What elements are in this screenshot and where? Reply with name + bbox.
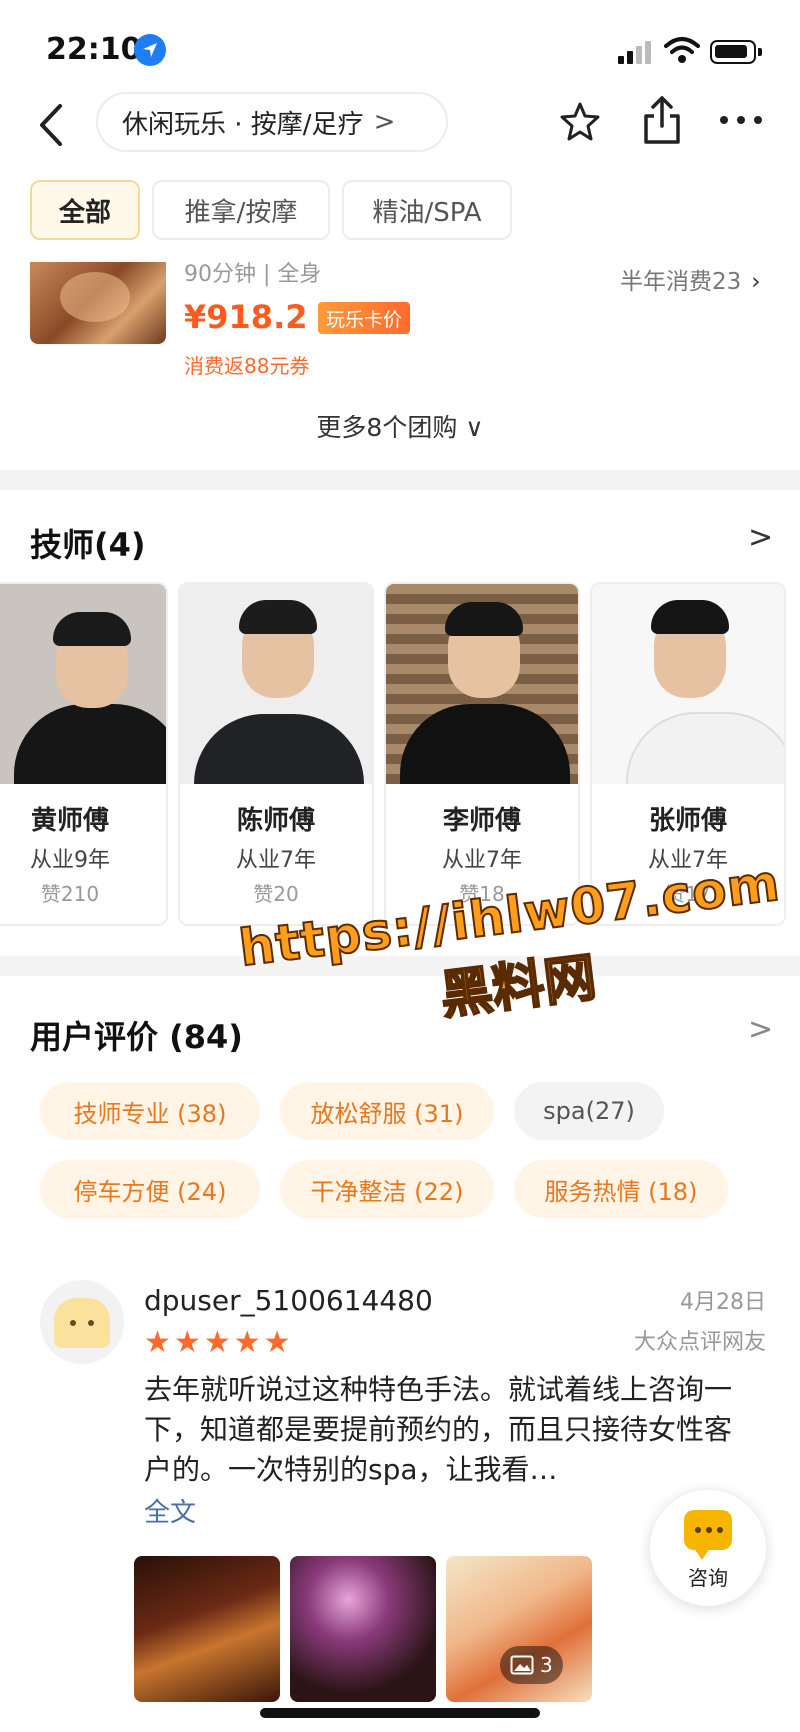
battery-icon [710,40,762,64]
technician-likes: 赞20 [253,882,299,906]
star-outline-icon[interactable] [558,100,602,148]
location-arrow-icon [134,34,166,66]
deal-price-tag: 玩乐卡价 [318,302,411,334]
more-deals-button[interactable]: 更多8个团购 ∨ [0,408,800,444]
review-source: 大众点评网友 [633,1330,766,1355]
review-date: 4月28日 [680,1290,766,1315]
read-more-link[interactable]: 全文 [144,1492,196,1529]
review-photo[interactable] [290,1556,436,1702]
consult-button[interactable]: 咨询 [650,1490,766,1606]
review-tag[interactable]: 放松舒服 (31) [280,1082,494,1140]
status-bar: 22:10 [0,0,800,96]
back-icon[interactable] [36,102,76,152]
review-tag[interactable]: spa(27) [514,1082,664,1140]
review-tag[interactable]: 服务热情 (18) [514,1160,728,1218]
chevron-right-icon: › [751,269,761,295]
deal-coupon: 消费返88元券 [184,354,310,378]
home-indicator [260,1708,540,1718]
star-filled-icon: ★ [263,1325,291,1360]
technician-years: 从业9年 [30,848,110,873]
reviews-title: 用户评价 (84) [30,1018,243,1056]
technician-likes: 赞210 [40,882,100,906]
technician-name: 陈师傅 [236,806,315,836]
review-tag[interactable]: 停车方便 (24) [40,1160,260,1218]
star-filled-icon: ★ [203,1325,231,1360]
review-tag[interactable]: 技师专业 (38) [40,1082,260,1140]
image-icon [510,1655,534,1675]
review-tag[interactable]: 干净整洁 (22) [280,1160,494,1218]
deal-subtitle: 90分钟 | 全身 [184,262,322,287]
share-icon[interactable] [640,94,684,150]
review-text: 去年就听说过这种特色手法。就试着线上咨询一下，知道都是要提前预约的，而且只接待女… [144,1373,733,1486]
nav-bar: 休闲玩乐 · 按摩/足疗 > [0,86,800,186]
technician-photo [386,584,578,784]
tab-all[interactable]: 全部 [30,180,140,240]
chevron-right-icon[interactable]: > [748,520,773,555]
section-divider [0,470,800,490]
technician-name: 张师傅 [648,806,727,836]
technician-photo [0,584,166,784]
technician-card[interactable]: 李师傅 从业7年 赞18 [384,582,580,926]
breadcrumb-label: 休闲玩乐 · 按摩/足疗 [122,109,364,140]
star-filled-icon: ★ [144,1325,171,1360]
technician-photo [592,584,784,784]
signal-icon [618,40,654,64]
tab-spa[interactable]: 精油/SPA [342,180,512,240]
deal-image[interactable] [30,262,166,344]
technicians-title: 技师(4) [30,526,146,564]
chevron-right-icon: > [373,107,396,137]
technician-photo [180,584,372,784]
wifi-icon [664,36,700,68]
deal-sold-count[interactable]: 半年消费23 › [620,262,760,296]
technician-name: 黄师傅 [30,806,109,836]
review-rating: ★ ★ ★ ★ ★ [144,1328,291,1358]
tab-massage[interactable]: 推拿/按摩 [152,180,330,240]
photo-count-badge: 3 [500,1646,563,1684]
chevron-right-icon[interactable]: > [748,1012,773,1047]
review-username[interactable]: dpuser_5100614480 [144,1284,433,1317]
breadcrumb[interactable]: 休闲玩乐 · 按摩/足疗 > [96,92,448,152]
avatar[interactable] [40,1280,124,1364]
status-time: 22:10 [46,32,142,67]
technician-card[interactable]: 黄师傅 从业9年 赞210 [0,582,168,926]
consult-label: 咨询 [688,1566,728,1590]
review-photo[interactable] [134,1556,280,1702]
filter-tabs: 全部 推拿/按摩 精油/SPA [30,180,512,240]
photo-count: 3 [540,1653,553,1677]
technician-name: 李师傅 [442,806,521,836]
star-filled-icon: ★ [233,1325,261,1360]
technician-card[interactable]: 陈师傅 从业7年 赞20 [178,582,374,926]
deal-sold-label: 半年消费23 [620,269,742,295]
technician-years: 从业7年 [442,848,522,873]
deal-price: ¥918.2 [184,298,308,336]
more-icon[interactable] [720,116,762,124]
star-filled-icon: ★ [173,1325,201,1360]
technician-years: 从业7年 [236,848,316,873]
